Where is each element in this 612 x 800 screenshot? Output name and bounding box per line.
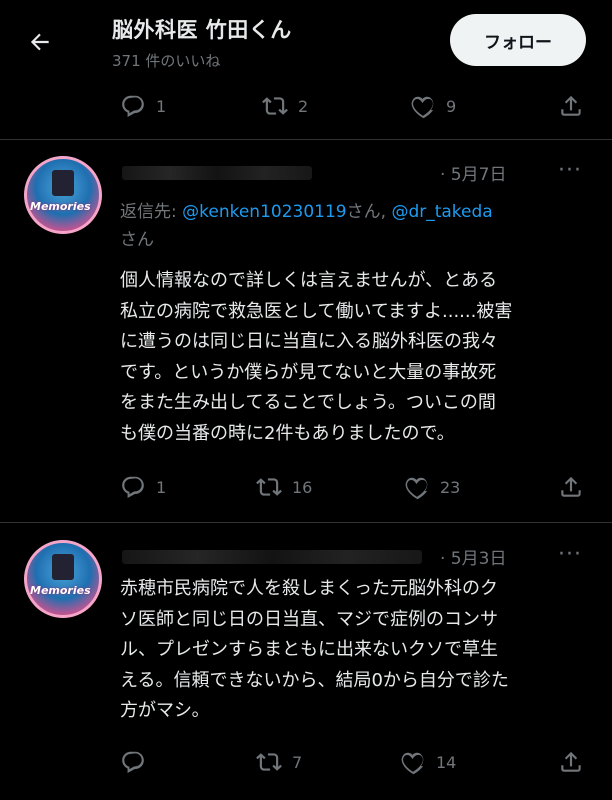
reply-count: 1: [156, 96, 167, 116]
avatar[interactable]: Memories: [24, 156, 102, 234]
retweet-button[interactable]: 7: [256, 742, 302, 782]
reply-prefix: 返信先:: [120, 202, 183, 222]
mention-link[interactable]: @dr_takeda: [391, 202, 492, 222]
like-button[interactable]: 9: [410, 86, 456, 126]
reply-count: 1: [156, 477, 167, 497]
tweet-date[interactable]: · 5月7日: [440, 160, 506, 185]
share-button[interactable]: [558, 742, 584, 782]
retweet-button[interactable]: 2: [262, 86, 308, 126]
mention-link[interactable]: @kenken10230119: [182, 202, 346, 222]
avatar-ring: [24, 156, 102, 234]
profile-header: 脳外科医 竹田くん 371 件のいいね フォロー: [0, 0, 612, 84]
back-arrow-icon[interactable]: [22, 26, 58, 58]
divider: [0, 522, 612, 523]
like-count: 23: [440, 477, 461, 497]
blurred-user-name: [122, 550, 422, 564]
like-button[interactable]: 14: [400, 742, 456, 782]
retweet-count: 16: [292, 477, 313, 497]
like-count: 14: [436, 752, 457, 772]
tweet-date[interactable]: · 5月3日: [440, 544, 506, 569]
divider: [0, 139, 612, 140]
tweet-actions: 1 2 9: [0, 86, 612, 126]
retweet-icon: [256, 753, 282, 771]
share-button[interactable]: [558, 86, 584, 126]
share-icon: [561, 751, 581, 772]
profile-name: 脳外科医 竹田くん: [112, 18, 292, 42]
reply-suffix: さん: [120, 230, 154, 250]
share-icon: [561, 95, 581, 116]
likes-count: 371 件のいいね: [112, 52, 221, 70]
like-icon: [405, 477, 428, 500]
retweet-icon: [262, 97, 288, 115]
retweet-button[interactable]: 16: [256, 467, 312, 507]
avatar[interactable]: Memories: [24, 540, 102, 618]
more-icon[interactable]: ···: [558, 158, 582, 183]
like-button[interactable]: 23: [404, 467, 460, 507]
avatar-ring: [24, 540, 102, 618]
blurred-user-name: [122, 166, 312, 180]
follow-button[interactable]: フォロー: [450, 14, 586, 66]
tweet-text: 個人情報なので詳しくは言えませんが、とある 私立の病院で救急医として働いてますよ…: [120, 270, 513, 444]
like-icon: [411, 96, 434, 119]
like-icon: [401, 752, 424, 775]
reply-icon: [122, 95, 144, 118]
retweet-count: 7: [292, 752, 303, 772]
reply-separator: さん,: [346, 202, 392, 222]
reply-icon: [122, 476, 144, 499]
more-icon[interactable]: ···: [558, 542, 582, 567]
retweet-count: 2: [298, 96, 309, 116]
share-button[interactable]: [558, 467, 584, 507]
reply-button[interactable]: 1: [120, 86, 166, 126]
reply-icon: [122, 751, 144, 774]
reply-button[interactable]: 1: [120, 467, 166, 507]
reply-context: 返信先: @kenken10230119さん, @dr_takeda さん: [120, 198, 580, 254]
retweet-icon: [256, 478, 282, 496]
reply-button[interactable]: [120, 742, 156, 782]
tweet-text: 赤穂市民病院で人を殺しまくった元脳外科のク ソ医師と同じ日の日当直、マジで症例の…: [120, 578, 509, 721]
tweet-actions: 1 16 23: [0, 467, 612, 507]
tweet-actions: 7 14: [0, 742, 612, 782]
like-count: 9: [446, 96, 457, 116]
share-icon: [561, 476, 581, 497]
